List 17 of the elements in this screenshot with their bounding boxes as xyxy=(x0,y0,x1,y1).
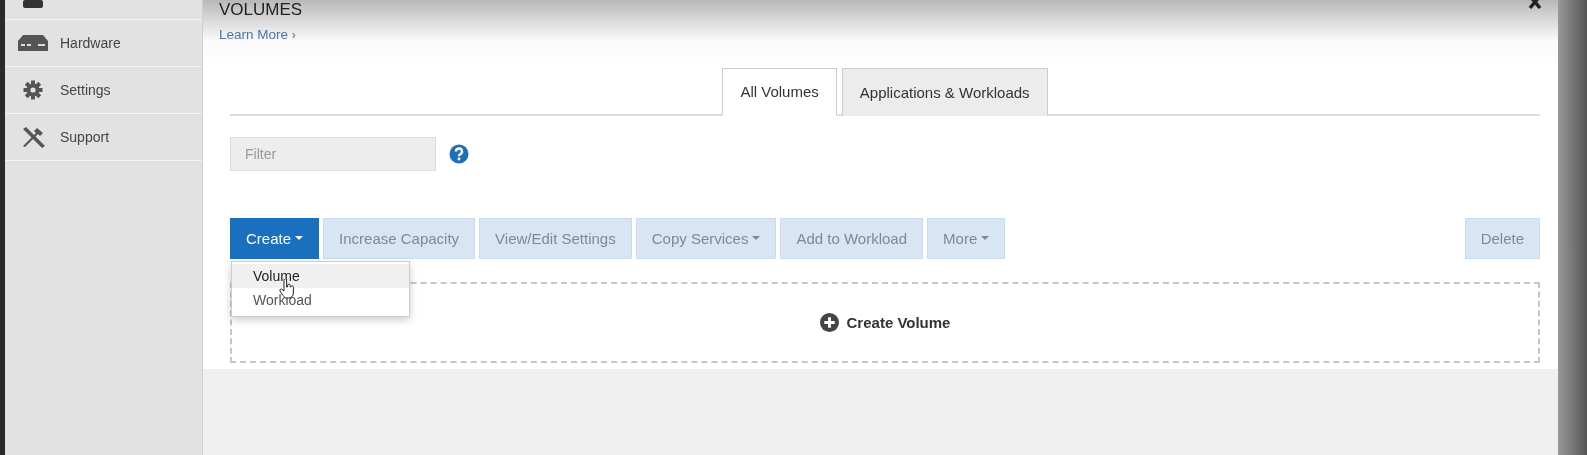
toolbar-button[interactable]: Create xyxy=(230,218,320,259)
server-icon xyxy=(18,35,48,51)
menu-item[interactable]: Volume xyxy=(232,264,409,288)
plus-circle-icon xyxy=(819,313,839,332)
tab[interactable]: All Volumes xyxy=(722,68,837,116)
sidebar-item[interactable]: Settings xyxy=(5,67,202,114)
create-volume-label: Create Volume xyxy=(846,314,951,331)
filter-field[interactable]: Filter xyxy=(230,137,436,171)
learn-more-link[interactable]: Learn More › xyxy=(219,27,296,42)
page-title: VOLUMES xyxy=(219,0,303,19)
storage-icon xyxy=(22,0,44,10)
sidebar-item[interactable]: Support xyxy=(5,114,202,161)
close-icon[interactable] xyxy=(1528,0,1542,10)
tab[interactable]: Applications & Workloads xyxy=(841,68,1048,116)
help-icon[interactable] xyxy=(449,144,469,164)
menu-item[interactable]: Workload xyxy=(232,288,409,312)
sidebar-item[interactable]: Hardware xyxy=(5,20,202,67)
